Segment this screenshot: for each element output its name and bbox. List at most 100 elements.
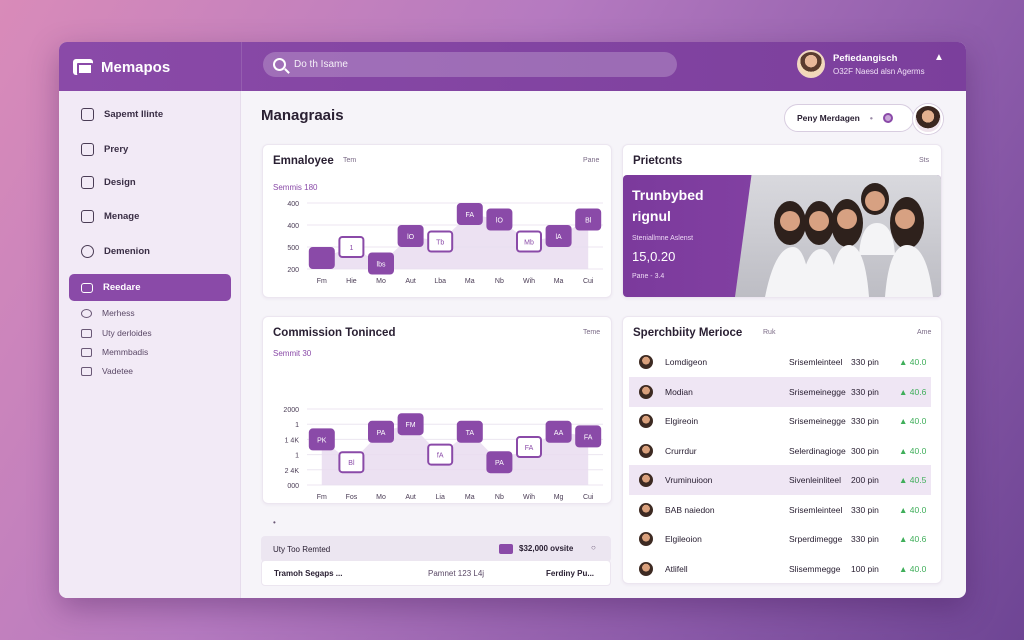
y-tick-label: 1 [295,453,299,460]
team-photo [735,175,941,297]
badge-icon [499,544,513,554]
data-label: PA [495,460,504,467]
card-menu[interactable]: Sts [919,157,929,164]
avatar [639,562,653,576]
team-avatar[interactable] [913,104,943,134]
row-role: Slisemmegge [789,564,841,574]
row-name: Vruminuioon [665,475,713,485]
promo-value: 15,0.20 [632,249,676,264]
data-label: Mb [524,240,534,247]
data-label: TA [466,430,475,437]
row-hours: 330 pin [851,534,879,544]
summary-value: $32,000 ovsite [519,544,574,553]
row-hours: 300 pin [851,446,879,456]
user-icon [81,328,92,338]
x-tick-label: Ma [554,278,564,285]
x-tick-label: Hie [346,278,357,285]
data-label: FA [466,212,475,219]
sidebar-item-label: Sapemt Ilinte [104,108,164,120]
sidebar-item-demenion[interactable]: Demenion [81,242,150,260]
row-delta: ▲ 40.0 [899,416,927,426]
x-tick-label: Wih [523,278,535,285]
logo-icon [73,59,93,75]
x-tick-label: Nb [495,494,504,501]
list-item[interactable]: Crurrdur Selerdinagioge 300 pin ▲ 40.0 [629,436,931,466]
summary-detail-row[interactable]: Tramoh Segaps ... Pamnet 123 L4j Ferdiny… [261,560,611,586]
sidebar-subitem-vadetee[interactable]: Vadetee [81,364,133,378]
sidebar-subitem-label: Memmbadis [102,347,149,357]
row-delta: ▲ 40.6 [899,387,927,397]
list-item[interactable]: Modian Srisemeinegge 330 pin ▲ 40.6 [629,377,931,407]
x-tick-label: Aut [405,494,416,501]
avatar [639,355,653,369]
x-tick-label: Cui [583,278,594,285]
y-tick-label: 2000 [283,407,299,414]
target-icon [81,244,94,258]
list-item[interactable]: Vruminuioon Sivenleinliteel 200 pin ▲ 40… [629,465,931,495]
chevron-down-icon: • [869,113,873,123]
clock-icon [81,142,94,156]
y-tick-label: 1 4K [285,437,300,444]
y-tick-label: 2 4K [285,468,300,475]
list-item[interactable]: Lomdigeon Srisemleinteel 330 pin ▲ 40.0 [629,347,931,377]
avatar [639,444,653,458]
sidebar-item-prery[interactable]: Prery [81,140,128,158]
team-selector[interactable]: Peny Merdagen • [784,104,914,132]
promo-title-line: rignul [632,208,671,224]
card-menu[interactable]: Ame [917,329,931,336]
pen-icon [81,175,94,189]
summary-row[interactable]: Uty Too Remted $32,000 ovsite ○ [261,536,611,562]
summary-label: Uty Too Remted [273,545,331,554]
list-item[interactable]: Atlifell Slisemmegge 100 pin ▲ 40.0 [629,554,931,584]
data-label: lO [496,218,504,225]
sidebar-subitem-memmbadis[interactable]: Memmbadis [81,345,148,359]
row-delta: ▲ 40.0 [899,505,927,515]
list-item[interactable]: BAB naiedon Srisemleinteel 330 pin ▲ 40.… [629,495,931,525]
sidebar-item-design[interactable]: Design [81,173,136,191]
card-title: Prietcnts [633,155,683,167]
row-hours: 330 pin [851,416,879,426]
brand[interactable]: Memapos [73,56,170,78]
row-name: Crurrdur [665,446,697,456]
sidebar-subitem-derloides[interactable]: Uty derloides [81,326,152,340]
search-placeholder: Do th Isame [294,59,348,70]
info-icon[interactable]: ○ [591,543,596,552]
search-input[interactable]: Do th Isame [263,52,677,77]
list-item[interactable]: Elgireoin Srisemeinegge 330 pin ▲ 40.0 [629,406,931,436]
pin-icon[interactable]: ▲ [934,52,944,63]
sidebar-item-active[interactable]: Reedare [69,274,231,301]
sidebar-subitem-label: Uty derloides [102,328,152,338]
sidebar-item-overview[interactable]: Sapemt Ilinte [81,105,163,123]
card-tag: Ruk [763,329,776,336]
row-role: Srisemleinteel [789,505,843,515]
row-role: Srperdimegge [789,534,843,544]
row-hours: 100 pin [851,564,879,574]
x-tick-label: Cui [583,494,594,501]
sidebar-item-label: Prery [104,143,129,155]
avatar [639,414,653,428]
app-window: Memapos Do th Isame Pefiedangisch O32F N… [59,42,966,598]
sidebar-item-label: Design [104,176,136,188]
promo-banner[interactable]: Trunbybed rignul Steniallmne Aslenst 15,… [623,175,941,297]
promo-title: Trunbybed rignul [632,185,704,227]
y-tick-label: 000 [287,483,299,490]
x-tick-label: Nb [495,278,504,285]
row-hours: 330 pin [851,387,879,397]
x-tick-label: Aut [405,278,416,285]
list-item[interactable]: Elgileoion Srperdimegge 330 pin ▲ 40.6 [629,524,931,554]
x-tick-label: Fm [317,494,327,501]
data-label: PK [317,437,327,444]
user-menu[interactable]: Pefiedangisch O32F Naesd alsn Agerms [797,50,925,78]
sidebar-subitem-merhess[interactable]: Merhess [81,306,135,320]
sidebar-item-label: Reedare [103,282,141,293]
avatar [639,503,653,517]
top-bar: Memapos Do th Isame Pefiedangisch O32F N… [59,42,966,91]
settings-icon [81,308,92,318]
row-delta: ▲ 40.6 [899,534,927,544]
row-role: Srisemeinegge [789,387,846,397]
avatar [797,50,825,78]
x-tick-label: Mo [376,494,386,501]
sidebar-item-menage[interactable]: Menage [81,207,139,225]
row-name: Modian [665,387,693,397]
x-tick-label: Mo [376,278,386,285]
